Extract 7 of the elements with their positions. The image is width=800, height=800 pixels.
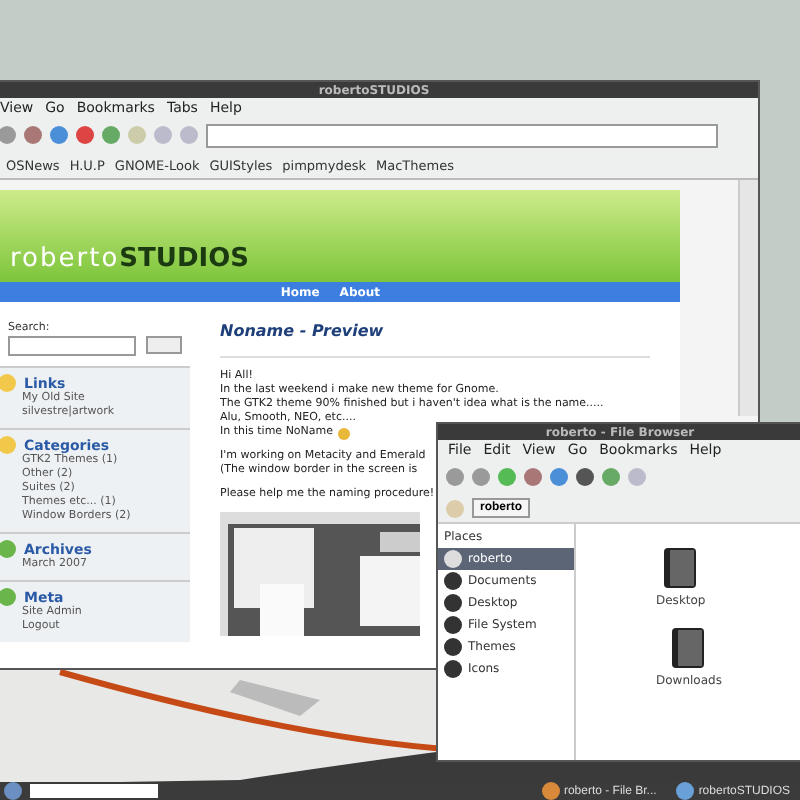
address-field[interactable] bbox=[206, 123, 718, 147]
site-logo: robertoSTUDIOS bbox=[10, 242, 250, 274]
scrollbar[interactable] bbox=[738, 180, 758, 416]
search-button[interactable] bbox=[146, 336, 182, 354]
search-field[interactable] bbox=[8, 336, 136, 356]
search-field[interactable] bbox=[30, 784, 158, 798]
post-title: Noname - Preview bbox=[220, 322, 650, 358]
